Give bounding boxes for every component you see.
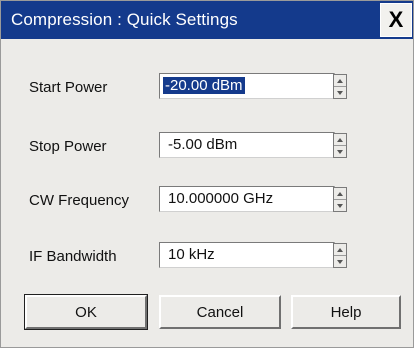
arrow-down-icon bbox=[337, 149, 343, 154]
if-bandwidth-spinner[interactable] bbox=[333, 243, 347, 268]
if-bandwidth-label: IF Bandwidth bbox=[29, 248, 117, 265]
cw-frequency-spinner[interactable] bbox=[333, 187, 347, 212]
close-icon: X bbox=[388, 7, 404, 32]
stop-power-input[interactable]: -5.00 dBm bbox=[159, 132, 335, 158]
arrow-up-icon bbox=[337, 137, 343, 142]
start-power-label: Start Power bbox=[29, 79, 108, 96]
cw-frequency-label: CW Frequency bbox=[29, 192, 130, 209]
cw-frequency-row: CW Frequency 10.000000 GHz bbox=[1, 186, 413, 216]
start-power-spinner[interactable] bbox=[333, 74, 347, 99]
stop-power-spinner[interactable] bbox=[333, 133, 347, 158]
arrow-up-icon bbox=[337, 191, 343, 196]
start-power-increment-button[interactable] bbox=[334, 75, 346, 87]
cw-frequency-input[interactable]: 10.000000 GHz bbox=[159, 186, 335, 212]
start-power-value: -20.00 dBm bbox=[163, 77, 245, 94]
cw-frequency-increment-button[interactable] bbox=[334, 188, 346, 200]
stop-power-row: Stop Power -5.00 dBm bbox=[1, 132, 413, 162]
arrow-up-icon bbox=[337, 247, 343, 252]
stop-power-increment-button[interactable] bbox=[334, 134, 346, 146]
arrow-down-icon bbox=[337, 90, 343, 95]
quick-settings-dialog: Compression : Quick Settings X Start Pow… bbox=[0, 0, 414, 348]
cw-frequency-decrement-button[interactable] bbox=[334, 200, 346, 211]
close-button[interactable]: X bbox=[380, 3, 412, 37]
stop-power-decrement-button[interactable] bbox=[334, 146, 346, 157]
arrow-up-icon bbox=[337, 78, 343, 83]
start-power-input[interactable]: -20.00 dBm bbox=[159, 73, 335, 99]
start-power-row: Start Power -20.00 dBm bbox=[1, 73, 413, 103]
title-bar: Compression : Quick Settings X bbox=[1, 1, 413, 39]
if-bandwidth-decrement-button[interactable] bbox=[334, 256, 346, 267]
help-button[interactable]: Help bbox=[291, 295, 401, 329]
stop-power-value: -5.00 dBm bbox=[168, 136, 238, 153]
arrow-down-icon bbox=[337, 203, 343, 208]
cw-frequency-value: 10.000000 GHz bbox=[168, 190, 274, 207]
if-bandwidth-input[interactable]: 10 kHz bbox=[159, 242, 335, 268]
arrow-down-icon bbox=[337, 259, 343, 264]
start-power-decrement-button[interactable] bbox=[334, 87, 346, 98]
dialog-title: Compression : Quick Settings bbox=[11, 10, 238, 29]
cancel-button[interactable]: Cancel bbox=[159, 295, 281, 329]
stop-power-label: Stop Power bbox=[29, 138, 107, 155]
ok-button[interactable]: OK bbox=[24, 294, 148, 330]
if-bandwidth-row: IF Bandwidth 10 kHz bbox=[1, 242, 413, 272]
if-bandwidth-increment-button[interactable] bbox=[334, 244, 346, 256]
if-bandwidth-value: 10 kHz bbox=[168, 246, 215, 263]
